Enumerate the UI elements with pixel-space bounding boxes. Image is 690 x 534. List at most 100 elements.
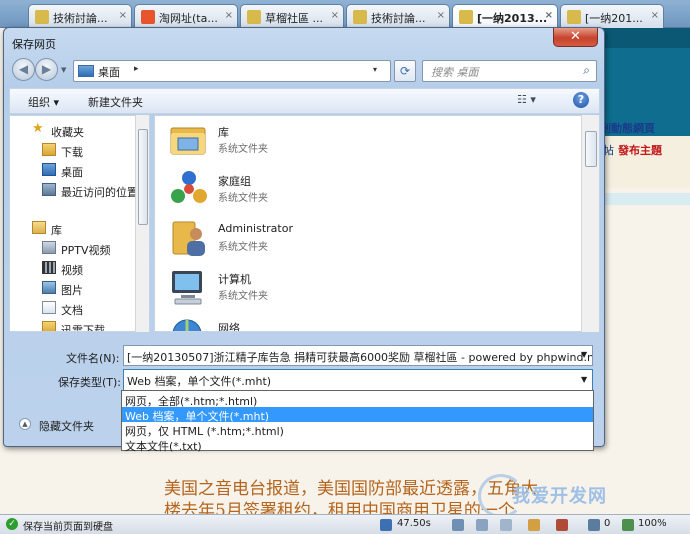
file-type: 系统文件夹 (218, 193, 268, 204)
view-options-button[interactable]: ☷ ▾ (517, 93, 547, 109)
nav-label: 文档 (61, 304, 83, 317)
recent-locations-chevron-icon[interactable]: ▼ (61, 66, 66, 74)
status-speed: 47.50s (397, 518, 431, 529)
tray-icon[interactable] (556, 519, 568, 531)
new-topic-link[interactable]: 發布主題 (618, 142, 662, 158)
status-zoom[interactable]: 100% (638, 518, 667, 529)
file-item-network[interactable]: 网络 (169, 316, 549, 331)
organize-button[interactable]: 组织 ▾ (28, 94, 59, 110)
nav-label: 收藏夹 (51, 126, 84, 139)
filename-dropdown-icon[interactable]: ▼ (581, 350, 587, 359)
navigation-pane: ★ 收藏夹 下载 桌面 最近访问的位置 库 PPTV视频 视频 图片 文档 迅雷… (9, 115, 150, 332)
save-as-dialog: 保存网页 ✕ ◀ ▶ ▼ 桌面 ▸ ▾ ⟳ 搜索 桌面 ⌕ 组织 ▾ 新建文件夹… (3, 27, 605, 453)
forward-button[interactable]: ▶ (35, 58, 58, 81)
browser-tab[interactable]: 淘网址(ta... × (134, 4, 238, 28)
breadcrumb-chevron-icon[interactable]: ▸ (134, 64, 139, 74)
file-name: 计算机 (218, 273, 251, 286)
file-item-homegroup[interactable]: 家庭组 系统文件夹 (169, 169, 549, 215)
file-name: 家庭组 (218, 175, 251, 188)
video-icon (42, 261, 56, 274)
browser-tab[interactable]: [一纳201... × (560, 4, 664, 28)
back-button[interactable]: ◀ (12, 58, 35, 81)
address-dropdown-icon[interactable]: ▾ (373, 65, 377, 74)
browser-tab[interactable]: 技術討論... × (346, 4, 450, 28)
tab-close-icon[interactable]: × (331, 10, 339, 21)
nav-label: 下载 (61, 146, 83, 159)
file-item-libraries[interactable]: 库 系统文件夹 (169, 120, 549, 166)
filetype-label: 保存类型(T): (58, 376, 122, 389)
search-input[interactable]: 搜索 桌面 ⌕ (422, 60, 597, 82)
filetype-option[interactable]: 网页，仅 HTML (*.htm;*.html) (122, 422, 593, 438)
homegroup-icon (169, 169, 209, 209)
speed-icon[interactable] (380, 519, 392, 531)
tab-label: 草榴社區 ... (265, 12, 323, 25)
filetype-dropdown-icon[interactable]: ▼ (581, 375, 587, 384)
file-list-pane: 库 系统文件夹 家庭组 系统文件夹 Administrator 系统文件夹 计算… (154, 115, 600, 332)
download-icon[interactable] (588, 519, 600, 531)
address-bar[interactable]: 桌面 ▸ ▾ (73, 60, 391, 82)
browser-tab[interactable]: 技術討論... × (28, 4, 132, 28)
browser-tab[interactable]: 草榴社區 ... × (240, 4, 344, 28)
filetype-option[interactable]: 文本文件(*.txt) (122, 437, 593, 453)
tab-close-icon[interactable]: × (225, 10, 233, 21)
file-name: 库 (218, 126, 229, 139)
file-item-computer[interactable]: 计算机 系统文件夹 (169, 267, 549, 313)
tab-favicon-icon (35, 10, 49, 24)
filename-field[interactable]: [一纳20130507]浙江精子库告急 捐精可获最高6000奖励 草榴社區 - … (123, 345, 593, 366)
chevron-up-icon: ▲ (19, 418, 31, 430)
page-strip (600, 193, 690, 205)
file-type: 系统文件夹 (218, 242, 268, 253)
tab-favicon-icon (353, 10, 367, 24)
library-folder-icon (169, 120, 209, 160)
page-title-link[interactable]: 剎動態網頁 (600, 120, 655, 136)
watermark: 我爱开发网 (512, 486, 607, 507)
file-list-scrollbar[interactable] (581, 115, 599, 332)
filetype-select[interactable]: Web 档案，单个文件(*.mht) (123, 369, 593, 391)
tab-close-icon[interactable]: × (119, 10, 127, 21)
tray-icon[interactable] (528, 519, 540, 531)
zoom-icon[interactable] (622, 519, 634, 531)
filetype-option-selected[interactable]: Web 档案，单个文件(*.mht) (122, 407, 593, 423)
tab-close-icon[interactable]: × (651, 10, 659, 21)
close-button[interactable]: ✕ (553, 28, 598, 47)
help-button[interactable]: ? (573, 92, 589, 108)
recent-places-icon (42, 183, 56, 196)
file-list-scrollbar-thumb[interactable] (585, 131, 597, 167)
tab-label: [一纳201... (585, 12, 643, 25)
tray-icon[interactable] (476, 519, 488, 531)
tab-label: 淘网址(ta... (159, 12, 218, 25)
tab-close-icon[interactable]: × (545, 10, 553, 21)
tray-icon[interactable] (500, 519, 512, 531)
nav-label: PPTV视频 (61, 244, 111, 257)
dialog-title: 保存网页 (12, 38, 56, 51)
search-icon[interactable]: ⌕ (583, 63, 590, 78)
new-folder-button[interactable]: 新建文件夹 (88, 94, 143, 110)
desktop-icon (42, 163, 56, 176)
status-count: 0 (604, 518, 611, 529)
tab-label: 技術討論... (371, 12, 426, 25)
tab-close-icon[interactable]: × (437, 10, 445, 21)
tab-favicon-icon (247, 10, 261, 24)
documents-icon (42, 301, 56, 314)
tray-icon[interactable] (452, 519, 464, 531)
nav-scrollbar[interactable] (135, 115, 149, 332)
nav-scrollbar-thumb[interactable] (138, 129, 148, 225)
filetype-option[interactable]: 网页，全部(*.htm;*.html) (122, 392, 593, 408)
status-ok-icon: ✓ (6, 518, 18, 530)
nav-label: 迅雷下载 (61, 324, 105, 332)
video-library-icon (42, 241, 56, 254)
tab-label: 技術討論... (53, 12, 108, 25)
refresh-button[interactable]: ⟳ (394, 60, 416, 82)
file-type: 系统文件夹 (218, 291, 268, 302)
download-folder-icon (42, 143, 56, 156)
nav-label: 桌面 (61, 166, 83, 179)
file-name: Administrator (218, 222, 293, 235)
browser-tab-active[interactable]: [一纳2013... × (452, 4, 558, 29)
library-icon (32, 221, 46, 234)
desktop-icon (78, 65, 94, 77)
hide-folders-label: 隐藏文件夹 (39, 420, 94, 433)
file-item-administrator[interactable]: Administrator 系统文件夹 (169, 218, 549, 264)
thunder-download-icon (42, 321, 56, 331)
address-location[interactable]: 桌面 (98, 64, 120, 80)
user-folder-icon (169, 218, 209, 258)
